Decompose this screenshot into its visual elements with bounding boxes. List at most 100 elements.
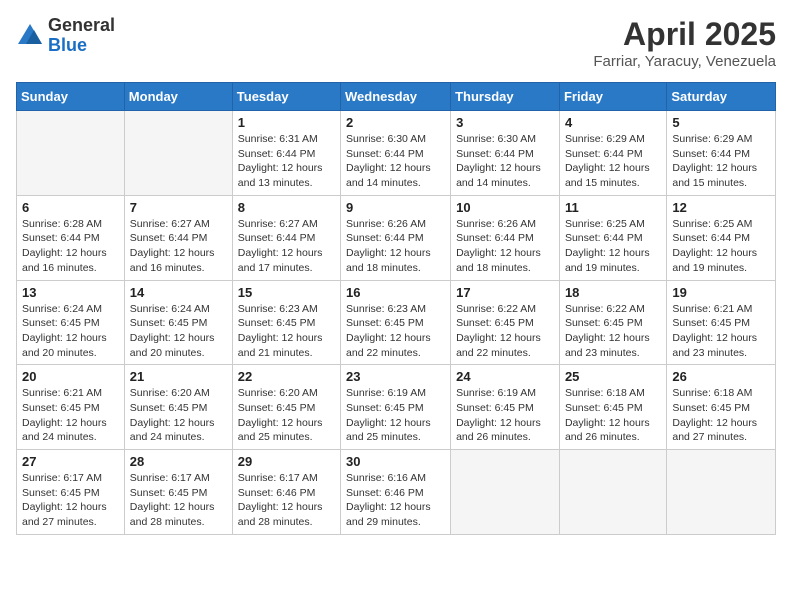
calendar-cell: 22 Sunrise: 6:20 AMSunset: 6:45 PMDayligh… <box>232 365 340 450</box>
day-number: 17 <box>456 285 554 300</box>
calendar-header: SundayMondayTuesdayWednesdayThursdayFrid… <box>17 83 776 111</box>
calendar-week-row: 1 Sunrise: 6:31 AMSunset: 6:44 PMDaylight… <box>17 111 776 196</box>
calendar-cell: 20 Sunrise: 6:21 AMSunset: 6:45 PMDayligh… <box>17 365 125 450</box>
calendar-cell: 21 Sunrise: 6:20 AMSunset: 6:45 PMDayligh… <box>124 365 232 450</box>
day-info: Sunrise: 6:26 AMSunset: 6:44 PMDaylight:… <box>346 217 445 276</box>
day-info: Sunrise: 6:28 AMSunset: 6:44 PMDaylight:… <box>22 217 119 276</box>
day-info: Sunrise: 6:31 AMSunset: 6:44 PMDaylight:… <box>238 132 335 191</box>
calendar-cell: 3 Sunrise: 6:30 AMSunset: 6:44 PMDaylight… <box>451 111 560 196</box>
calendar-cell: 17 Sunrise: 6:22 AMSunset: 6:45 PMDayligh… <box>451 280 560 365</box>
day-number: 21 <box>130 369 227 384</box>
calendar-cell: 6Sunrise: 6:28 AMSunset: 6:44 PMDaylight… <box>17 195 125 280</box>
calendar-cell: 11 Sunrise: 6:25 AMSunset: 6:44 PMDayligh… <box>559 195 666 280</box>
calendar-week-row: 13 Sunrise: 6:24 AMSunset: 6:45 PMDayligh… <box>17 280 776 365</box>
calendar-cell: 9 Sunrise: 6:26 AMSunset: 6:44 PMDaylight… <box>341 195 451 280</box>
calendar-week-row: 6Sunrise: 6:28 AMSunset: 6:44 PMDaylight… <box>17 195 776 280</box>
calendar-cell: 25Sunrise: 6:18 AMSunset: 6:45 PMDayligh… <box>559 365 666 450</box>
day-info: Sunrise: 6:18 AMSunset: 6:45 PMDaylight:… <box>565 386 661 445</box>
calendar-cell: 13Sunrise: 6:24 AMSunset: 6:45 PMDayligh… <box>17 280 125 365</box>
day-info: Sunrise: 6:23 AMSunset: 6:45 PMDaylight:… <box>238 302 335 361</box>
calendar-cell: 2Sunrise: 6:30 AMSunset: 6:44 PMDaylight… <box>341 111 451 196</box>
calendar-cell: 19Sunrise: 6:21 AMSunset: 6:45 PMDayligh… <box>667 280 776 365</box>
calendar-cell: 1 Sunrise: 6:31 AMSunset: 6:44 PMDaylight… <box>232 111 340 196</box>
day-number: 14 <box>130 285 227 300</box>
day-number: 8 <box>238 200 335 215</box>
day-number: 7 <box>130 200 227 215</box>
day-number: 20 <box>22 369 119 384</box>
day-number: 15 <box>238 285 335 300</box>
weekday-header: Friday <box>559 83 666 111</box>
weekday-header: Saturday <box>667 83 776 111</box>
day-number: 16 <box>346 285 445 300</box>
calendar-cell: 30 Sunrise: 6:16 AMSunset: 6:46 PMDayligh… <box>341 450 451 535</box>
calendar-subtitle: Farriar, Yaracuy, Venezuela <box>593 53 776 70</box>
day-number: 27 <box>22 454 119 469</box>
day-info: Sunrise: 6:17 AMSunset: 6:45 PMDaylight:… <box>22 471 119 530</box>
calendar-week-row: 20 Sunrise: 6:21 AMSunset: 6:45 PMDayligh… <box>17 365 776 450</box>
day-number: 5 <box>672 115 770 130</box>
day-info: Sunrise: 6:22 AMSunset: 6:45 PMDaylight:… <box>456 302 554 361</box>
day-info: Sunrise: 6:29 AMSunset: 6:44 PMDaylight:… <box>672 132 770 191</box>
day-info: Sunrise: 6:23 AMSunset: 6:45 PMDaylight:… <box>346 302 445 361</box>
logo-blue: Blue <box>48 36 115 56</box>
day-number: 9 <box>346 200 445 215</box>
day-number: 3 <box>456 115 554 130</box>
day-number: 13 <box>22 285 119 300</box>
calendar-cell: 7 Sunrise: 6:27 AMSunset: 6:44 PMDaylight… <box>124 195 232 280</box>
day-number: 12 <box>672 200 770 215</box>
day-info: Sunrise: 6:20 AMSunset: 6:45 PMDaylight:… <box>130 386 227 445</box>
calendar-cell <box>667 450 776 535</box>
day-number: 28 <box>130 454 227 469</box>
weekday-header: Tuesday <box>232 83 340 111</box>
calendar-body: 1 Sunrise: 6:31 AMSunset: 6:44 PMDaylight… <box>17 111 776 535</box>
day-number: 22 <box>238 369 335 384</box>
calendar-cell: 23 Sunrise: 6:19 AMSunset: 6:45 PMDayligh… <box>341 365 451 450</box>
day-info: Sunrise: 6:16 AMSunset: 6:46 PMDaylight:… <box>346 471 445 530</box>
calendar-cell: 8 Sunrise: 6:27 AMSunset: 6:44 PMDaylight… <box>232 195 340 280</box>
day-info: Sunrise: 6:25 AMSunset: 6:44 PMDaylight:… <box>672 217 770 276</box>
day-info: Sunrise: 6:27 AMSunset: 6:44 PMDaylight:… <box>238 217 335 276</box>
calendar-cell: 27 Sunrise: 6:17 AMSunset: 6:45 PMDayligh… <box>17 450 125 535</box>
day-info: Sunrise: 6:17 AMSunset: 6:46 PMDaylight:… <box>238 471 335 530</box>
day-number: 30 <box>346 454 445 469</box>
day-number: 1 <box>238 115 335 130</box>
day-info: Sunrise: 6:26 AMSunset: 6:44 PMDaylight:… <box>456 217 554 276</box>
day-info: Sunrise: 6:24 AMSunset: 6:45 PMDaylight:… <box>130 302 227 361</box>
day-number: 19 <box>672 285 770 300</box>
calendar-cell <box>124 111 232 196</box>
calendar-cell: 4Sunrise: 6:29 AMSunset: 6:44 PMDaylight… <box>559 111 666 196</box>
calendar-table: SundayMondayTuesdayWednesdayThursdayFrid… <box>16 82 776 535</box>
day-info: Sunrise: 6:19 AMSunset: 6:45 PMDaylight:… <box>456 386 554 445</box>
calendar-cell: 15 Sunrise: 6:23 AMSunset: 6:45 PMDayligh… <box>232 280 340 365</box>
day-number: 23 <box>346 369 445 384</box>
calendar-cell: 24 Sunrise: 6:19 AMSunset: 6:45 PMDayligh… <box>451 365 560 450</box>
calendar-cell: 10 Sunrise: 6:26 AMSunset: 6:44 PMDayligh… <box>451 195 560 280</box>
day-number: 18 <box>565 285 661 300</box>
logo-icon <box>16 22 44 50</box>
calendar-cell: 14 Sunrise: 6:24 AMSunset: 6:45 PMDayligh… <box>124 280 232 365</box>
weekday-header: Thursday <box>451 83 560 111</box>
day-info: Sunrise: 6:22 AMSunset: 6:45 PMDaylight:… <box>565 302 661 361</box>
title-area: April 2025 Farriar, Yaracuy, Venezuela <box>593 16 776 70</box>
weekday-header: Sunday <box>17 83 125 111</box>
day-info: Sunrise: 6:27 AMSunset: 6:44 PMDaylight:… <box>130 217 227 276</box>
calendar-cell: 29Sunrise: 6:17 AMSunset: 6:46 PMDayligh… <box>232 450 340 535</box>
day-number: 26 <box>672 369 770 384</box>
day-info: Sunrise: 6:19 AMSunset: 6:45 PMDaylight:… <box>346 386 445 445</box>
day-number: 11 <box>565 200 661 215</box>
day-info: Sunrise: 6:30 AMSunset: 6:44 PMDaylight:… <box>346 132 445 191</box>
day-number: 4 <box>565 115 661 130</box>
day-info: Sunrise: 6:20 AMSunset: 6:45 PMDaylight:… <box>238 386 335 445</box>
logo-text: General Blue <box>48 16 115 56</box>
calendar-cell <box>451 450 560 535</box>
calendar-cell <box>17 111 125 196</box>
logo: General Blue <box>16 16 115 56</box>
day-number: 10 <box>456 200 554 215</box>
day-info: Sunrise: 6:30 AMSunset: 6:44 PMDaylight:… <box>456 132 554 191</box>
day-info: Sunrise: 6:21 AMSunset: 6:45 PMDaylight:… <box>22 386 119 445</box>
day-number: 24 <box>456 369 554 384</box>
calendar-cell: 28Sunrise: 6:17 AMSunset: 6:45 PMDayligh… <box>124 450 232 535</box>
calendar-cell: 26 Sunrise: 6:18 AMSunset: 6:45 PMDayligh… <box>667 365 776 450</box>
day-info: Sunrise: 6:18 AMSunset: 6:45 PMDaylight:… <box>672 386 770 445</box>
day-info: Sunrise: 6:25 AMSunset: 6:44 PMDaylight:… <box>565 217 661 276</box>
